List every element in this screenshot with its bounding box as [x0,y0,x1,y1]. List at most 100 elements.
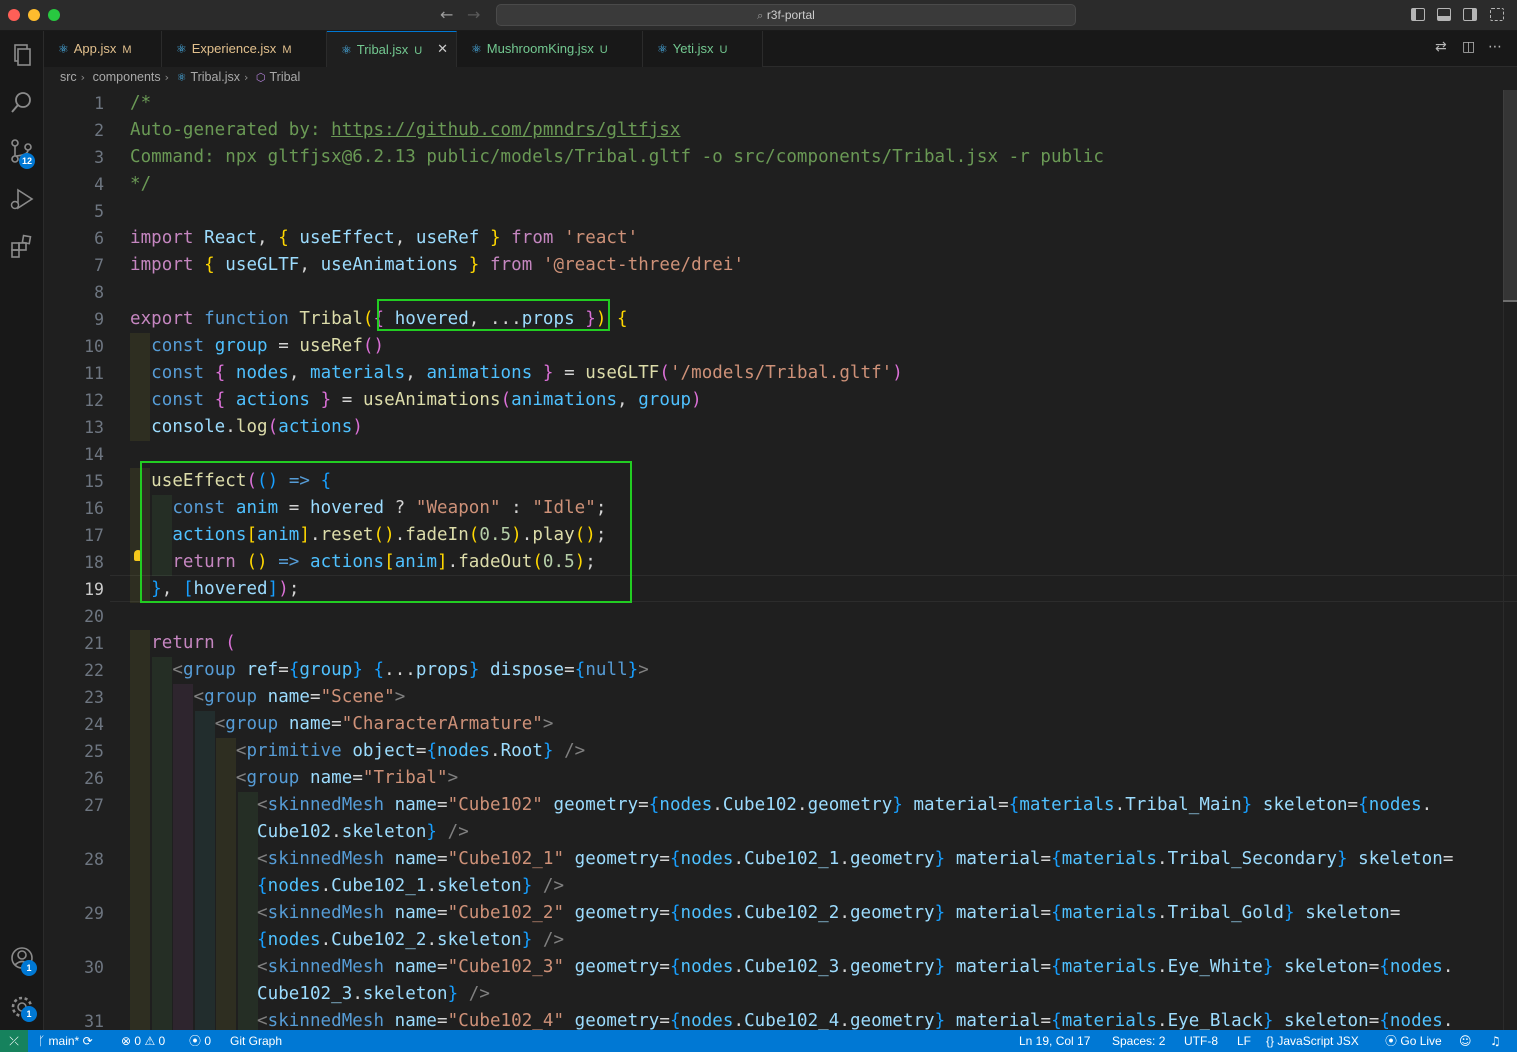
code-line-4: */ [130,174,152,194]
remote-indicator-icon[interactable]: ⤫ [0,1030,28,1052]
back-arrow-icon[interactable]: ← [440,5,453,24]
breadcrumb-src[interactable]: src [60,70,77,84]
ports-indicator[interactable]: ⦿ 0 [189,1030,211,1052]
tab-label: Experience.jsx [191,41,277,56]
feedback-icon[interactable]: ☺ [1459,1030,1472,1052]
code-line-11: const { nodes, materials, animations } =… [151,363,903,383]
gltfjsx-link[interactable]: https://github.com/pmndrs/gltfjsx [331,120,680,140]
code-line-22: <group ref={group} {...props} dispose={n… [172,660,649,680]
line-number: 2 [94,121,104,140]
tab-yeti-jsx[interactable]: ⚛ Yeti.jsx U [643,31,763,67]
vertical-scrollbar[interactable] [1503,90,1517,1030]
toggle-panel-icon[interactable] [1437,8,1451,21]
title-bar: ← → ⌕ r3f-portal [0,0,1517,31]
go-live-button[interactable]: ⦿ Go Live [1385,1030,1442,1052]
close-window-button[interactable] [8,9,20,21]
line-number: 11 [84,364,104,383]
scrollbar-thumb[interactable] [1503,90,1517,300]
code-line-13: console.log(actions) [151,417,363,437]
encoding-indicator[interactable]: UTF-8 [1184,1030,1218,1052]
breadcrumb-symbol[interactable]: Tribal [269,70,300,84]
line-number: 23 [84,688,104,707]
forward-arrow-icon[interactable]: → [467,5,480,24]
code-line-28: <skinnedMesh name="Cube102_1" geometry={… [257,849,1454,869]
git-graph-button[interactable]: Git Graph [230,1030,282,1052]
run-debug-icon[interactable] [8,185,36,213]
search-icon: ⌕ [757,9,767,22]
line-number: 25 [84,742,104,761]
line-number: 9 [94,310,104,329]
minimize-window-button[interactable] [28,9,40,21]
tab-status: M [282,44,292,56]
line-number [44,873,104,900]
extensions-icon[interactable] [8,233,36,261]
source-control-badge: 12 [19,153,35,169]
explorer-icon[interactable] [8,41,36,69]
sync-icon: ⟳ [82,1034,93,1048]
braces-icon: {} [1266,1034,1275,1048]
tab-app-jsx[interactable]: ⚛ App.jsx M [44,31,162,67]
code-line-12: const { actions } = useAnimations(animat… [151,390,702,410]
tab-tribal-jsx[interactable]: ⚛ Tribal.jsx U ✕ [327,31,457,67]
window-title: r3f-portal [766,8,815,22]
annotation-box-useeffect [140,461,632,603]
notifications-bell-icon[interactable]: ♫ [1490,1030,1501,1052]
search-icon[interactable] [8,89,36,117]
more-actions-icon[interactable]: ⋯ [1488,39,1502,55]
code-editor[interactable]: 1 2 3 4 5 6 7 8 9 10 11 12 13 14 15 16 17 18 19 20 21 22 23 24 2… [44,90,1517,1030]
code-line-27: <skinnedMesh name="Cube102" geometry={no… [257,795,1433,815]
command-center-search[interactable]: ⌕ r3f-portal [496,4,1076,26]
line-number [44,981,104,1008]
code-line-28-wrap: {nodes.Cube102_1.skeleton} /> [257,876,565,896]
tab-status: U [414,45,423,57]
branch-indicator[interactable]: ᚴ main* ⟳ [38,1030,93,1052]
breadcrumb-file[interactable]: Tribal.jsx [190,70,240,84]
code-line-30: <skinnedMesh name="Cube102_3" geometry={… [257,957,1454,977]
line-number: 4 [94,175,104,194]
broadcast-icon: ⦿ [189,1034,202,1048]
code-line-29: <skinnedMesh name="Cube102_2" geometry={… [257,903,1401,923]
react-icon: ⚛ [58,42,69,56]
indentation-indicator[interactable]: Spaces: 2 [1112,1030,1165,1052]
tab-experience-jsx[interactable]: ⚛ Experience.jsx M [162,31,327,67]
line-number: 8 [94,283,104,302]
git-branch-icon: ᚴ [38,1034,46,1048]
tab-label: App.jsx [73,41,117,56]
toggle-primary-sidebar-icon[interactable] [1411,8,1425,21]
line-number: 1 [94,94,104,113]
eol-indicator[interactable]: LF [1237,1030,1251,1052]
tab-mushroomking-jsx[interactable]: ⚛ MushroomKing.jsx U [457,31,643,67]
line-number: 24 [84,715,104,734]
broadcast-icon: ⦿ [1385,1034,1398,1048]
maximize-window-button[interactable] [48,9,60,21]
toggle-secondary-sidebar-icon[interactable] [1463,8,1477,21]
breadcrumb-components[interactable]: components [93,70,161,84]
customize-layout-icon[interactable] [1490,8,1504,21]
line-number: 30 [84,958,104,977]
line-number: 7 [94,256,104,275]
code-line-27-wrap: Cube102.skeleton} /> [257,822,469,842]
language-mode[interactable]: {} JavaScript JSX [1266,1030,1359,1052]
cursor-position[interactable]: Ln 19, Col 17 [1019,1030,1090,1052]
line-number: 22 [84,661,104,680]
close-tab-icon[interactable]: ✕ [437,32,448,68]
symbol-cube-icon: ⬡ [255,71,266,84]
tab-status: M [122,44,132,56]
code-line-29-wrap: {nodes.Cube102_2.skeleton} /> [257,930,565,950]
react-icon: ⚛ [471,42,482,56]
code-line-23: <group name="Scene"> [193,687,406,707]
open-changes-icon[interactable]: ⇄ [1435,39,1447,55]
code-line-31: <skinnedMesh name="Cube102_4" geometry={… [257,1011,1454,1030]
line-number: 31 [84,1012,104,1030]
tab-label: Tribal.jsx [356,42,409,57]
status-bar: ⤫ ᚴ main* ⟳ ⊗ 0 ⚠ 0 ⦿ 0 Git Graph Ln 19,… [0,1030,1517,1052]
line-number: 15 [84,472,104,491]
line-number: 13 [84,418,104,437]
problems-indicator[interactable]: ⊗ 0 ⚠ 0 [121,1030,165,1052]
line-number [44,927,104,954]
code-line-26: <group name="Tribal"> [235,768,459,788]
tab-status: U [599,44,608,56]
line-number: 27 [84,796,104,815]
split-editor-icon[interactable]: ◫ [1462,39,1475,55]
react-icon: ⚛ [176,71,187,84]
